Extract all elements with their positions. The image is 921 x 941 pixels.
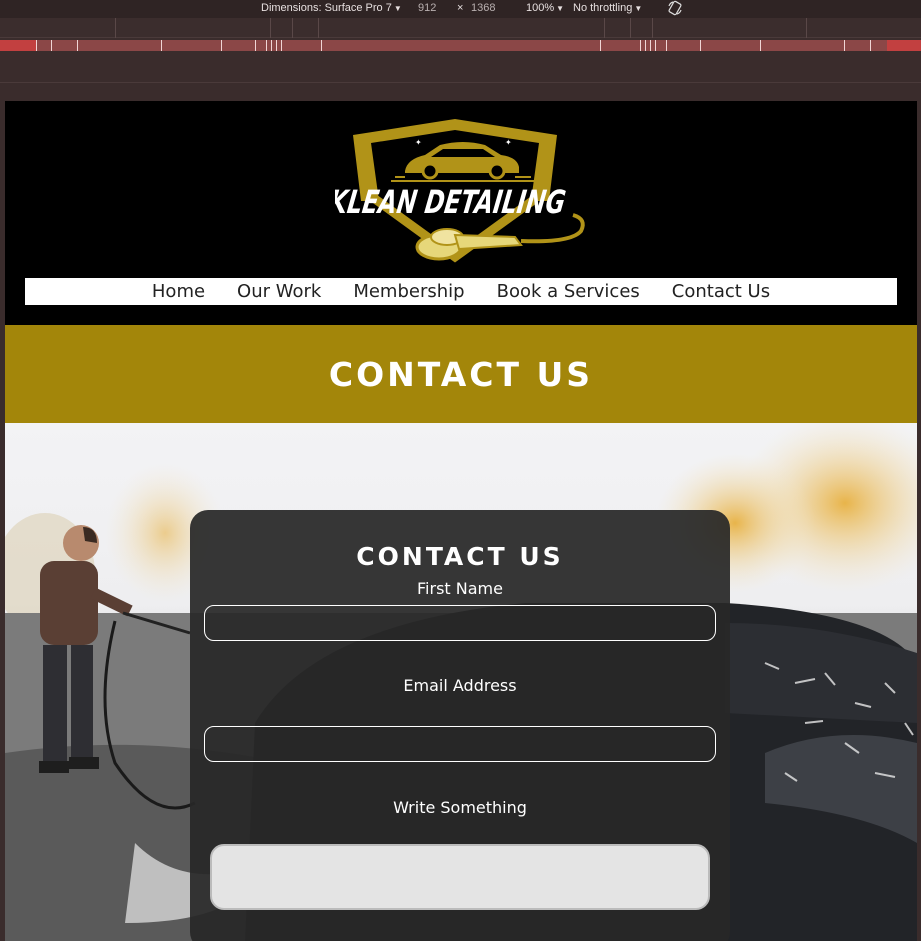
nav-link-book-services[interactable]: Book a Services	[497, 281, 640, 302]
ruler-tick	[600, 40, 601, 51]
breakpoint-marker	[0, 40, 36, 51]
ruler-tick	[161, 40, 162, 51]
ruler-tick	[700, 40, 701, 51]
device-dimensions-dropdown[interactable]: Dimensions: Surface Pro 7 ▼	[261, 2, 402, 14]
devtools-device-toolbar: Dimensions: Surface Pro 7 ▼ 912 × 1368 10…	[0, 0, 921, 18]
throttling-label: No throttling	[573, 2, 633, 14]
ruler-tick	[271, 40, 272, 51]
ruler-tick	[844, 40, 845, 51]
ruler-tick	[666, 40, 667, 51]
page-banner: CONTACT US	[5, 325, 917, 423]
ruler-tick	[77, 40, 78, 51]
device-dimensions-label: Dimensions: Surface Pro 7	[261, 2, 392, 14]
media-query-bar[interactable]	[0, 18, 921, 38]
chevron-down-icon: ▼	[634, 4, 643, 13]
zoom-dropdown[interactable]: 100% ▼	[526, 2, 564, 14]
site-header: ✦ ✦ KLEAN DETAILING Home Our Work Member…	[5, 101, 917, 325]
device-viewport[interactable]: ✦ ✦ KLEAN DETAILING Home Our Work Member…	[5, 101, 917, 941]
ruler-tick	[51, 40, 52, 51]
nav-link-home[interactable]: Home	[152, 281, 205, 302]
rotate-icon[interactable]	[667, 0, 683, 16]
email-label: Email Address	[403, 676, 517, 695]
chevron-down-icon: ▼	[393, 4, 402, 13]
nav-link-our-work[interactable]: Our Work	[237, 281, 321, 302]
ruler-tick	[760, 40, 761, 51]
nav-link-membership[interactable]: Membership	[353, 281, 464, 302]
svg-text:✦: ✦	[415, 138, 422, 147]
svg-text:✦: ✦	[505, 138, 512, 147]
media-query-segment[interactable]	[318, 18, 319, 38]
main-navigation: Home Our Work Membership Book a Services…	[25, 278, 897, 305]
ruler-tick	[281, 40, 282, 51]
media-query-segment[interactable]	[652, 18, 653, 38]
contact-form-title: CONTACT US	[356, 542, 564, 571]
email-input[interactable]	[204, 726, 716, 762]
svg-text:KLEAN DETAILING: KLEAN DETAILING	[335, 183, 568, 221]
ruler-tick	[640, 40, 641, 51]
devtools-gutter	[0, 51, 921, 101]
ruler-tick	[221, 40, 222, 51]
ruler-tick	[255, 40, 256, 51]
ruler-tick	[276, 40, 277, 51]
breakpoint-marker	[887, 40, 921, 51]
times-separator: ×	[457, 2, 464, 14]
ruler-tick	[870, 40, 871, 51]
site-logo[interactable]: ✦ ✦ KLEAN DETAILING	[327, 119, 587, 271]
ruler-tick	[321, 40, 322, 51]
throttling-dropdown[interactable]: No throttling ▼	[573, 2, 642, 14]
zoom-label: 100%	[526, 2, 555, 14]
nav-link-contact-us[interactable]: Contact Us	[672, 281, 770, 302]
message-label: Write Something	[393, 798, 527, 817]
first-name-label: First Name	[417, 579, 503, 598]
first-name-input[interactable]	[204, 605, 716, 641]
ruler-tick	[645, 40, 646, 51]
divider	[0, 82, 921, 83]
media-query-segment[interactable]	[604, 18, 605, 38]
media-query-segment[interactable]	[630, 18, 631, 38]
height-input[interactable]: 1368	[471, 2, 495, 14]
media-query-segment[interactable]	[115, 18, 116, 38]
message-textarea[interactable]	[210, 844, 710, 910]
media-query-segment[interactable]	[806, 18, 807, 38]
breakpoint-ruler[interactable]	[0, 40, 921, 51]
width-input[interactable]: 912	[418, 2, 436, 14]
media-query-segment[interactable]	[292, 18, 293, 38]
ruler-tick	[655, 40, 656, 51]
media-query-segment[interactable]	[270, 18, 271, 38]
ruler-tick	[650, 40, 651, 51]
page-title: CONTACT US	[328, 354, 594, 394]
chevron-down-icon: ▼	[556, 4, 565, 13]
ruler-tick	[266, 40, 267, 51]
contact-form: CONTACT US First Name Email Address Writ…	[190, 510, 730, 941]
ruler-tick	[36, 40, 37, 51]
